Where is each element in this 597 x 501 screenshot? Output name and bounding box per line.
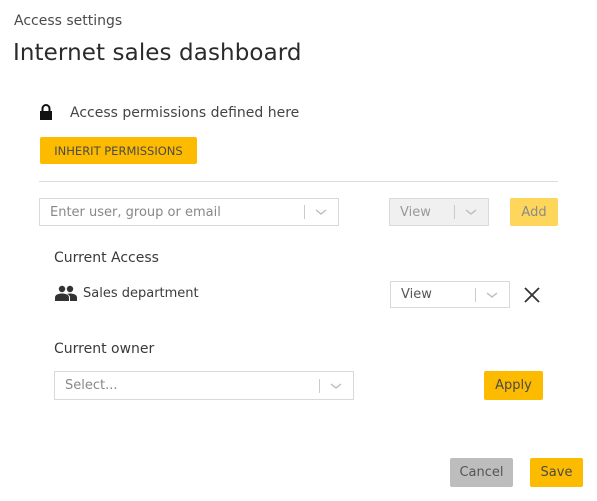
remove-access-icon[interactable] [522,285,542,305]
chevron-down-icon[interactable] [464,207,478,217]
dialog-subtitle: Access settings [14,13,123,29]
separator [304,205,305,219]
chevron-down-icon[interactable] [485,290,499,300]
separator [454,205,455,219]
owner-select[interactable]: Select... [54,371,354,400]
inherit-permissions-button[interactable]: INHERIT PERMISSIONS [40,137,197,164]
access-entry-permission-select[interactable]: View [390,281,510,308]
new-permission-select[interactable]: View [389,198,489,226]
save-button[interactable]: Save [530,458,583,487]
access-entry-permission-value: View [401,287,432,302]
apply-button[interactable]: Apply [484,371,543,400]
permissions-status: Access permissions defined here [70,105,300,121]
separator [475,287,476,302]
separator [319,378,320,393]
lock-icon [40,104,52,120]
current-access-label: Current Access [54,250,159,266]
add-button[interactable]: Add [510,198,558,226]
divider [39,181,558,182]
cancel-button[interactable]: Cancel [450,458,513,487]
group-icon [55,285,77,301]
current-owner-label: Current owner [54,341,155,357]
user-group-email-input[interactable]: Enter user, group or email [39,198,339,226]
chevron-down-icon[interactable] [314,207,328,217]
access-entry-name: Sales department [83,286,199,301]
page-title: Internet sales dashboard [13,40,302,66]
user-input-placeholder: Enter user, group or email [50,204,221,220]
chevron-down-icon[interactable] [329,381,343,391]
new-permission-value: View [400,204,431,220]
owner-select-placeholder: Select... [65,378,118,393]
